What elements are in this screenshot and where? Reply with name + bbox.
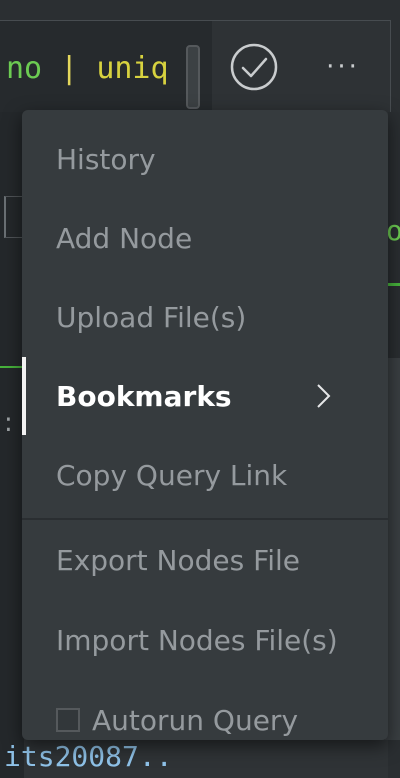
menu-divider <box>22 518 388 520</box>
query-token-yellow: uniq <box>96 51 169 86</box>
menu-item-history[interactable]: History <box>22 120 388 198</box>
menu-item-label: Copy Query Link <box>56 458 288 492</box>
background-divider-green <box>0 366 24 368</box>
menu-item-label: History <box>56 142 156 176</box>
background-text-colon: : <box>4 408 13 438</box>
query-text: no | uniq <box>6 49 169 89</box>
menu-item-label: Upload File(s) <box>56 300 247 334</box>
more-options-button[interactable]: ··· <box>296 20 391 113</box>
autorun-checkbox[interactable] <box>56 708 80 732</box>
menu-item-label: Export Nodes File <box>56 543 300 577</box>
background-text-fragment: its20087.. <box>4 740 173 773</box>
menu-item-label: Import Nodes File(s) <box>56 623 338 657</box>
menu-item-import-nodes-files[interactable]: Import Nodes File(s) <box>22 601 388 679</box>
query-token-pipe: | <box>42 51 97 86</box>
top-bar: no | uniq ··· <box>0 0 400 113</box>
menu-item-label: Bookmarks <box>56 379 232 413</box>
menu-item-upload-files[interactable]: Upload File(s) <box>22 278 388 356</box>
more-icon: ··· <box>326 52 360 82</box>
app-root: no | uniq ··· : o its20087.. History Add… <box>0 0 400 778</box>
menu-item-autorun-query[interactable]: Autorun Query <box>22 681 388 740</box>
check-circle-icon <box>230 43 278 91</box>
menu-item-bookmarks[interactable]: Bookmarks <box>22 357 388 435</box>
menu-item-copy-query-link[interactable]: Copy Query Link <box>22 436 388 514</box>
menu-item-label: Autorun Query <box>92 703 299 737</box>
menu-item-label: Add Node <box>56 221 193 255</box>
options-dropdown-menu: History Add Node Upload File(s) Bookmark… <box>22 110 388 740</box>
query-editor[interactable]: no | uniq <box>0 20 213 113</box>
chevron-right-icon <box>317 384 331 408</box>
background-divider-green-right <box>386 283 400 286</box>
menu-item-export-nodes-file[interactable]: Export Nodes File <box>22 521 388 599</box>
query-vertical-scrollbar[interactable] <box>186 45 200 109</box>
active-indicator <box>22 357 26 435</box>
background-text-green: o <box>386 214 400 247</box>
menu-item-add-node[interactable]: Add Node <box>22 199 388 277</box>
query-token-green: no <box>6 51 43 86</box>
run-query-button[interactable] <box>212 20 297 113</box>
